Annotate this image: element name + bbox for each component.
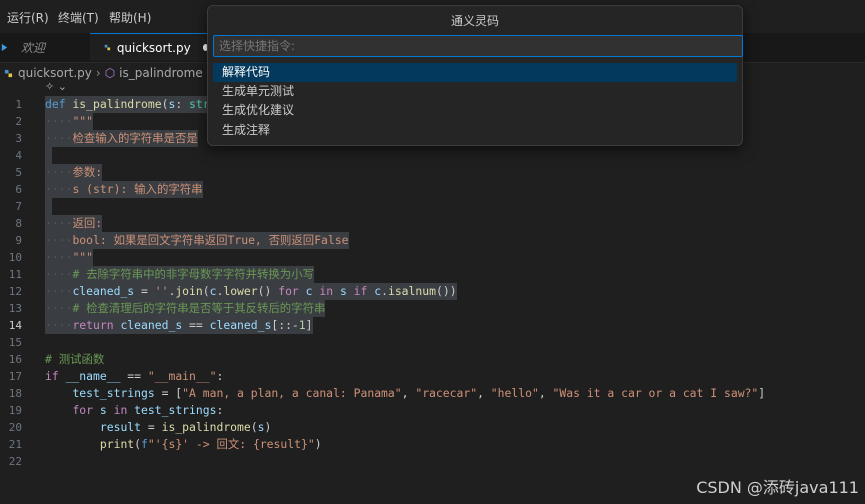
breadcrumb: quicksort.py › ⬡ is_palindrome	[0, 62, 203, 84]
command-palette: 通义灵码 解释代码 生成单元测试 生成优化建议 生成注释	[207, 5, 743, 146]
code-line: for s in test_strings:	[72, 403, 224, 417]
docstring-text: bool: 如果是回文字符串返回True, 否则返回False	[72, 233, 349, 247]
vscode-icon	[1, 43, 8, 52]
watermark: CSDN @添砖java111	[696, 478, 859, 497]
code-line: ····返回:	[45, 215, 103, 232]
line-number: 9	[15, 234, 22, 247]
palette-item-optimize[interactable]: 生成优化建议	[213, 101, 737, 120]
menu-run[interactable]: 运行(R)	[7, 9, 49, 26]
chevron-right-icon: ›	[95, 66, 101, 80]
line-number: 16	[8, 353, 22, 366]
docstring-text: 检查输入的字符串是否是	[72, 131, 198, 145]
function-symbol-icon: ⬡	[104, 66, 116, 80]
code-line: ····cleaned_s = ''.join(c.lower() for c …	[45, 283, 457, 300]
python-file-icon	[104, 44, 111, 51]
line-number: 6	[15, 183, 22, 196]
breadcrumb-file[interactable]: quicksort.py	[18, 66, 92, 80]
palette-input[interactable]	[213, 35, 743, 57]
line-number: 19	[8, 404, 22, 417]
code-line: def is_palindrome(s: str	[45, 96, 210, 113]
code-line: test_strings = ["A man, a plan, a canal:…	[72, 386, 766, 400]
code-line: ····检查输入的字符串是否是	[45, 130, 198, 147]
palette-title: 通义灵码	[450, 14, 499, 28]
code-line: result = is_palindrome(s)	[99, 420, 272, 434]
docstring-text: 返回:	[72, 216, 103, 230]
line-number: 5	[15, 166, 22, 179]
code-line: ····"""	[45, 249, 94, 266]
python-file-icon	[4, 69, 13, 77]
palette-item-comment[interactable]: 生成注释	[213, 121, 737, 140]
tab-label: 欢迎	[21, 41, 46, 55]
docstring-text: 参数:	[72, 165, 103, 179]
code-line: if __name__ == "__main__":	[45, 369, 224, 383]
tab-quicksort[interactable]: quicksort.py	[90, 33, 208, 61]
palette-item-explain[interactable]: 解释代码	[213, 63, 737, 82]
breadcrumb-symbol[interactable]: is_palindrome	[119, 66, 203, 80]
comment-text: # 检查清理后的字符串是否等于其反转后的字符串	[72, 301, 326, 315]
line-number: 3	[15, 132, 22, 145]
tab-label: quicksort.py	[116, 40, 191, 55]
tab-welcome[interactable]: 欢迎	[0, 33, 88, 62]
line-number: 15	[8, 336, 22, 349]
code-line: ····s (str): 输入的字符串	[45, 181, 203, 198]
line-number: 13	[8, 302, 22, 315]
line-number: 11	[8, 268, 22, 281]
code-line: print(f"'{s}' -> 回文: {result}")	[99, 437, 322, 451]
line-number: 1	[15, 98, 22, 111]
line-number: 7	[15, 200, 22, 213]
docstring-text: s (str): 输入的字符串	[72, 182, 203, 196]
line-number: 17	[8, 370, 22, 383]
code-line: ····参数:	[45, 164, 103, 181]
code-line: ····# 去除字符串中的非字母数字字符并转换为小写	[45, 266, 314, 283]
line-number: 12	[8, 285, 22, 298]
code-line: ····"""	[45, 113, 94, 130]
line-number: 20	[8, 421, 22, 434]
code-line	[45, 198, 52, 215]
sparkle-chevron-icon[interactable]: ✧ ⌄	[45, 80, 67, 93]
line-number: 18	[8, 387, 22, 400]
palette-item-unit-test[interactable]: 生成单元测试	[213, 82, 737, 101]
line-number: 14	[8, 319, 22, 332]
code-line: ····# 检查清理后的字符串是否等于其反转后的字符串	[45, 300, 326, 317]
menu-terminal[interactable]: 终端(T)	[58, 9, 99, 26]
comment-text: # 测试函数	[45, 352, 105, 366]
line-number: 4	[15, 149, 22, 162]
line-number: 21	[8, 438, 22, 451]
menu-help[interactable]: 帮助(H)	[109, 9, 151, 26]
line-number: 2	[15, 115, 22, 128]
code-line: ····bool: 如果是回文字符串返回True, 否则返回False	[45, 232, 349, 249]
code-line: ····return cleaned_s == cleaned_s[::-1]	[45, 317, 313, 334]
line-number: 8	[15, 217, 22, 230]
line-number: 22	[8, 455, 22, 468]
code-line	[45, 147, 52, 164]
comment-text: # 去除字符串中的非字母数字字符并转换为小写	[72, 267, 314, 281]
line-number: 10	[8, 251, 22, 264]
